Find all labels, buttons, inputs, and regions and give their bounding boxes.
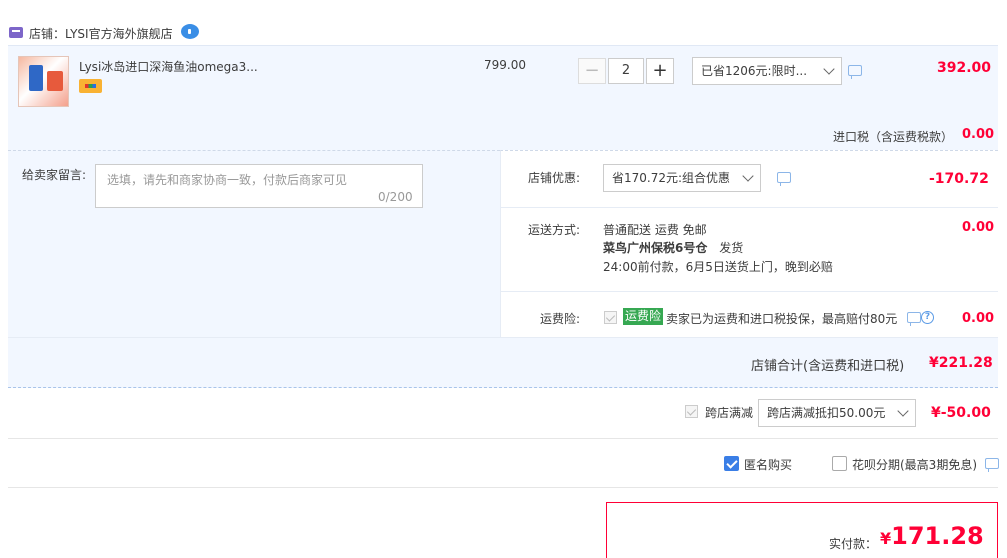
- payment-amount-value: 171.28: [891, 522, 984, 550]
- chat-icon[interactable]: [181, 24, 199, 39]
- shop-total-value: ¥221.28: [929, 355, 993, 371]
- payment-amount: ¥171.28: [880, 522, 984, 550]
- insurance-description: 卖家已为运费和进口税投保，最高赔付80元: [666, 312, 898, 326]
- product-thumbnail[interactable]: [18, 56, 69, 107]
- cross-store-selected: 跨店满减抵扣50.00元: [767, 406, 886, 420]
- seller-message-counter: 0/200: [378, 190, 413, 204]
- help-icon[interactable]: ?: [921, 311, 934, 324]
- insurance-value: 0.00: [962, 311, 995, 326]
- comment-icon[interactable]: [985, 458, 999, 472]
- shop-promo-select[interactable]: 省170.72元:组合优惠: [603, 164, 761, 192]
- quantity-increase-button[interactable]: +: [646, 58, 674, 84]
- shipping-label: 运送方式:: [528, 223, 581, 237]
- store-name[interactable]: 店铺：LYSI官方海外旗舰店: [29, 25, 173, 42]
- huabei-label[interactable]: 花呗分期(最高3期免息): [852, 456, 977, 473]
- divider: [8, 438, 998, 439]
- seller-message-label: 给卖家留言:: [22, 168, 87, 182]
- item-subtotal: 392.00: [937, 60, 992, 76]
- shipping-warehouse-line: 菜鸟广州保税6号仓 发货: [603, 239, 743, 256]
- payment-currency: ¥: [880, 529, 892, 548]
- product-title[interactable]: Lysi冰岛进口深海鱼油omega3...: [79, 58, 258, 75]
- shop-promo-selected: 省170.72元:组合优惠: [612, 171, 731, 185]
- cross-store-select[interactable]: 跨店满减抵扣50.00元: [758, 399, 916, 427]
- insurance-badge: 运费险: [623, 308, 664, 325]
- huabei-checkbox[interactable]: [832, 456, 847, 471]
- item-promo-selected: 已省1206元:限时...: [701, 64, 808, 78]
- cross-store-checkbox[interactable]: [685, 405, 698, 418]
- divider: [501, 291, 998, 292]
- chevron-down-icon: [742, 170, 754, 182]
- cross-store-label: 跨店满减: [705, 406, 754, 420]
- unit-price: 799.00: [484, 58, 526, 72]
- divider: [8, 487, 998, 488]
- shipping-value: 0.00: [962, 220, 995, 235]
- quantity-decrease-button[interactable]: −: [578, 58, 606, 84]
- import-tax-value: 0.00: [962, 127, 995, 142]
- shipping-dispatch: 发货: [719, 241, 744, 255]
- chevron-down-icon: [823, 63, 835, 75]
- insurance-label: 运费险:: [540, 312, 581, 326]
- tmall-store-icon: [9, 27, 23, 38]
- shop-total-label: 店铺合计(含运费和进口税): [751, 359, 905, 374]
- divider: [501, 207, 998, 208]
- insurance-checkbox[interactable]: [604, 311, 617, 324]
- shipping-delivery-promise: 24:00前付款，6月5日送货上门，晚到必赔: [603, 260, 833, 274]
- shop-promo-value: -170.72: [929, 171, 989, 187]
- shipping-warehouse: 菜鸟广州保税6号仓: [603, 241, 708, 255]
- quantity-input[interactable]: 2: [608, 58, 644, 84]
- shop-promo-label: 店铺优惠:: [528, 171, 581, 185]
- comment-icon[interactable]: [777, 172, 791, 186]
- comment-icon[interactable]: [848, 65, 862, 79]
- cross-store-value: ¥-50.00: [931, 405, 991, 421]
- credit-card-icon: [79, 79, 102, 93]
- anonymous-checkbox[interactable]: [724, 456, 739, 471]
- payment-label: 实付款：: [829, 537, 878, 551]
- item-promo-select[interactable]: 已省1206元:限时...: [692, 57, 842, 85]
- import-tax-label: 进口税（含运费税款）: [833, 130, 954, 144]
- shipping-method: 普通配送 运费 免邮: [603, 223, 707, 237]
- anonymous-label[interactable]: 匿名购买: [744, 456, 792, 473]
- comment-icon[interactable]: [907, 312, 921, 326]
- seller-message-placeholder: 选填，请先和商家协商一致，付款后商家可见: [107, 173, 348, 187]
- chevron-down-icon: [897, 405, 909, 417]
